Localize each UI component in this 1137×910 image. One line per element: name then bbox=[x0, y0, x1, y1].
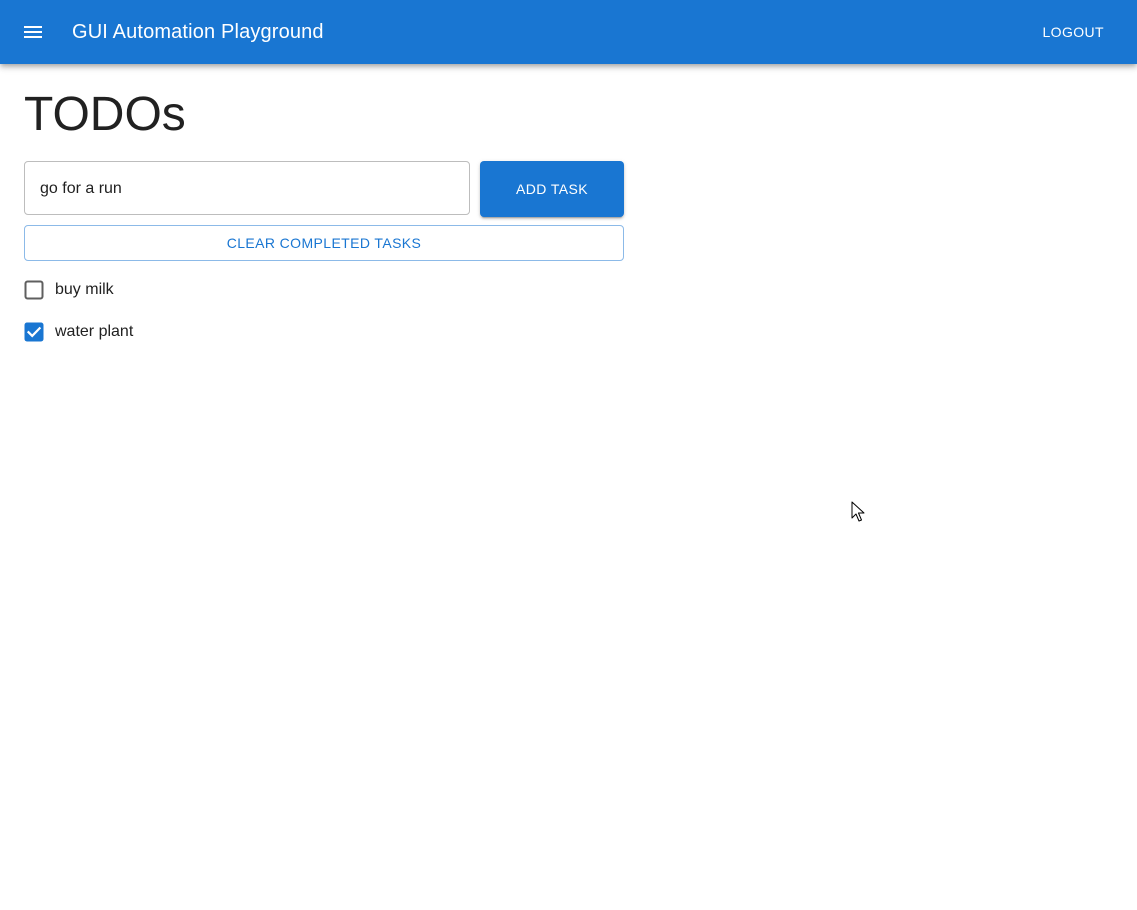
task-label: buy milk bbox=[55, 281, 114, 298]
logout-button[interactable]: LOGOUT bbox=[1033, 18, 1113, 46]
task-item[interactable]: water plant bbox=[24, 318, 133, 346]
app-bar: GUI Automation Playground LOGOUT bbox=[0, 0, 1137, 64]
menu-button[interactable] bbox=[24, 20, 64, 44]
hamburger-menu-icon bbox=[24, 26, 42, 38]
unchecked-checkbox-icon[interactable] bbox=[24, 280, 44, 300]
checked-checkbox-icon[interactable] bbox=[24, 322, 44, 342]
app-title: GUI Automation Playground bbox=[72, 21, 324, 43]
task-label: water plant bbox=[55, 323, 134, 340]
task-input-field[interactable] bbox=[24, 161, 470, 216]
page-title: TODOs bbox=[24, 88, 186, 141]
task-input[interactable] bbox=[38, 162, 462, 216]
mouse-pointer-icon bbox=[851, 501, 865, 522]
clear-completed-button[interactable]: CLEAR COMPLETED TASKS bbox=[24, 225, 624, 261]
task-item[interactable]: buy milk bbox=[24, 276, 114, 304]
add-task-button[interactable]: ADD TASK bbox=[480, 161, 624, 217]
